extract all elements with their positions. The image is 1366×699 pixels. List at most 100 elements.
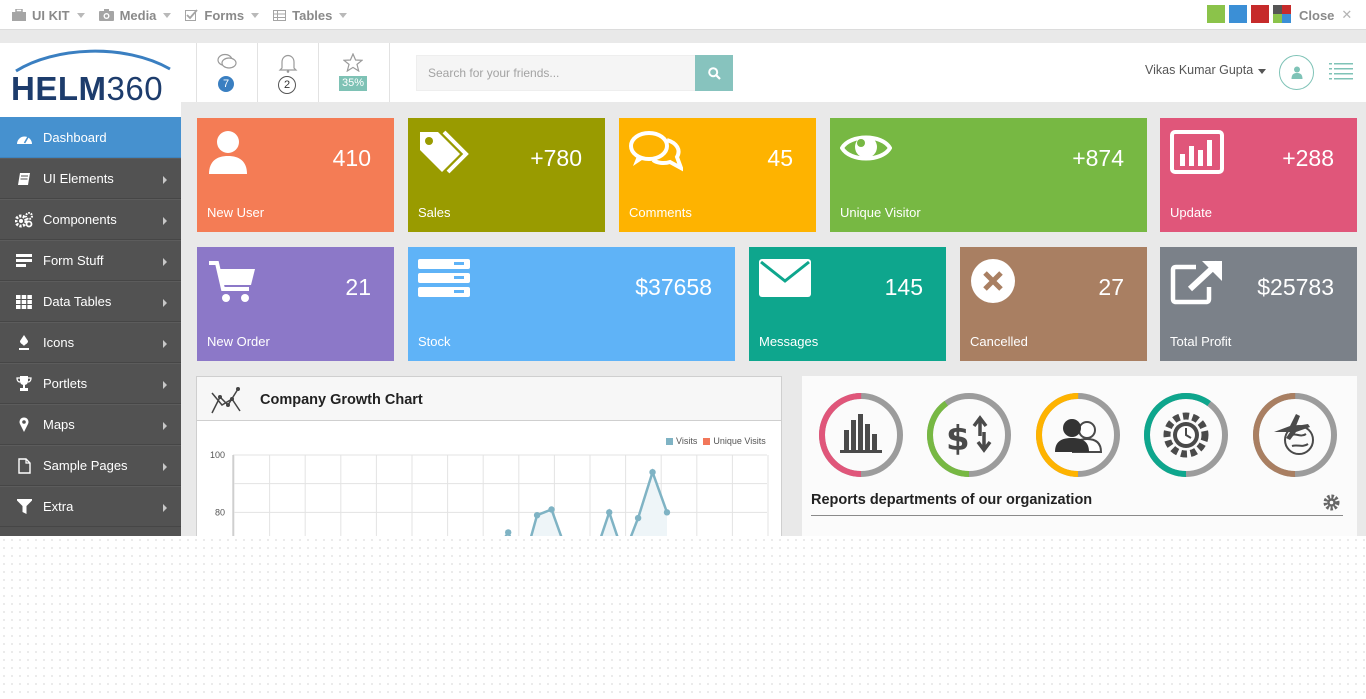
tile-label: Stock — [418, 334, 451, 349]
chat-bubbles-icon — [217, 53, 237, 69]
eye-icon — [840, 135, 892, 161]
close-label: Close — [1299, 7, 1335, 23]
tile-cancelled[interactable]: 27 Cancelled — [960, 247, 1147, 361]
topnav-label: Media — [119, 7, 157, 23]
data-point-visits — [533, 512, 541, 519]
tile-label: Unique Visitor — [840, 205, 921, 220]
chevron-right-icon — [163, 504, 167, 512]
series-line-visits — [504, 468, 669, 536]
theme-swatch-blue[interactable] — [1229, 5, 1247, 23]
user-icon — [209, 131, 247, 174]
theme-swatch-multi[interactable] — [1273, 5, 1291, 23]
tile-update[interactable]: +288 Update — [1160, 118, 1357, 232]
tile-value: +874 — [1072, 145, 1124, 171]
sidebar-item-sample-pages[interactable]: Sample Pages — [0, 445, 181, 486]
sidebar-item-portlets[interactable]: Portlets — [0, 363, 181, 404]
checkbox-icon — [185, 9, 199, 21]
data-point-visits — [606, 509, 613, 516]
tile-unique-visitor[interactable]: +874 Unique Visitor — [830, 118, 1147, 232]
line-chart-icon — [211, 387, 241, 414]
chevron-right-icon — [163, 381, 167, 389]
star-icon — [343, 53, 363, 72]
tile-value: 410 — [332, 145, 371, 171]
tile-label: New User — [207, 205, 265, 220]
theme-swatch-green[interactable] — [1207, 5, 1225, 23]
tile-sales[interactable]: +780 Sales — [408, 118, 605, 232]
theme-swatch-red[interactable] — [1251, 5, 1269, 23]
app-frame: UI KIT Media Forms Tables Close ✕ HELM36… — [0, 0, 1366, 536]
tile-value: 45 — [767, 145, 793, 171]
topnav-label: Tables — [292, 7, 333, 23]
avatar[interactable] — [1279, 55, 1314, 90]
search-icon — [707, 66, 721, 80]
y-tick-label: 100 — [210, 450, 225, 460]
external-link-icon — [1170, 260, 1222, 305]
grid-icon — [15, 293, 33, 311]
comments-icon — [629, 131, 683, 172]
topnav-media[interactable]: Media — [98, 7, 172, 23]
alerts-button[interactable]: 2 — [258, 43, 318, 102]
tile-value: $25783 — [1257, 274, 1334, 300]
tile-label: Cancelled — [970, 334, 1028, 349]
chevron-right-icon — [163, 217, 167, 225]
logo-word: HELM — [11, 70, 107, 107]
map-marker-icon — [15, 416, 33, 434]
user-name[interactable]: Vikas Kumar Gupta — [1145, 63, 1253, 77]
tile-total-profit[interactable]: $25783 Total Profit — [1160, 247, 1357, 361]
tile-messages[interactable]: 145 Messages — [749, 247, 946, 361]
search-input[interactable] — [416, 55, 696, 91]
user-menu-caret-icon[interactable] — [1258, 69, 1266, 74]
sidebar-item-label: Maps — [43, 417, 75, 432]
chart-header: Company Growth Chart — [197, 377, 781, 421]
close-button[interactable]: Close ✕ — [1299, 7, 1352, 23]
report-ring-operations[interactable] — [1143, 392, 1229, 478]
sidebar-item-label: Portlets — [43, 376, 88, 391]
sidebar-item-components[interactable]: Components — [0, 199, 181, 240]
tile-new-user[interactable]: 410 New User — [197, 118, 394, 232]
favorites-button[interactable]: 35% — [319, 43, 379, 102]
report-ring-buildings[interactable] — [818, 392, 904, 478]
alerts-count-badge: 2 — [278, 76, 296, 94]
top-bar: UI KIT Media Forms Tables Close ✕ — [0, 0, 1366, 30]
tile-stock[interactable]: $37658 Stock — [408, 247, 735, 361]
data-point-visits — [634, 514, 642, 522]
tile-label: Sales — [418, 205, 451, 220]
pen-icon — [15, 334, 33, 352]
report-ring-people[interactable] — [1035, 392, 1121, 478]
sidebar-item-ui-elements[interactable]: UI Elements — [0, 158, 181, 199]
topnav-label: Forms — [204, 7, 245, 23]
menu-list-icon[interactable] — [1329, 62, 1353, 81]
data-point-visits — [649, 469, 656, 476]
header-divider — [389, 43, 390, 102]
data-point-visits — [663, 509, 671, 516]
report-ring-travel[interactable] — [1252, 392, 1338, 478]
logo[interactable]: HELM360 — [0, 43, 181, 117]
bar-chart-icon — [1170, 130, 1224, 174]
sidebar-item-dashboard[interactable]: Dashboard — [0, 117, 181, 158]
tile-new-order[interactable]: 21 New Order — [197, 247, 394, 361]
file-icon — [15, 457, 33, 475]
sidebar: Dashboard UI Elements Components Form St… — [0, 117, 181, 536]
sidebar-item-label: Form Stuff — [43, 253, 104, 268]
search-button[interactable] — [695, 55, 733, 91]
topnav-ui-kit[interactable]: UI KIT — [12, 8, 85, 23]
report-ring-finance[interactable]: $ — [926, 392, 1012, 478]
sidebar-item-data-tables[interactable]: Data Tables — [0, 281, 181, 322]
topnav-tables[interactable]: Tables — [273, 7, 348, 23]
messages-button[interactable]: 7 — [197, 43, 257, 102]
filter-icon — [15, 498, 33, 516]
tile-value: 145 — [884, 274, 923, 300]
tile-comments[interactable]: 45 Comments — [619, 118, 816, 232]
globe-plane-icon — [1274, 414, 1314, 455]
chevron-right-icon — [163, 258, 167, 266]
sidebar-item-icons[interactable]: Icons — [0, 322, 181, 363]
topnav-forms[interactable]: Forms — [185, 7, 260, 23]
chevron-right-icon — [163, 176, 167, 184]
gear-icon[interactable] — [1323, 494, 1340, 511]
chevron-right-icon — [163, 422, 167, 430]
series-area-visits — [505, 472, 667, 536]
sidebar-item-extra[interactable]: Extra — [0, 486, 181, 527]
reports-divider — [811, 515, 1343, 516]
sidebar-item-maps[interactable]: Maps — [0, 404, 181, 445]
sidebar-item-form-stuff[interactable]: Form Stuff — [0, 240, 181, 281]
